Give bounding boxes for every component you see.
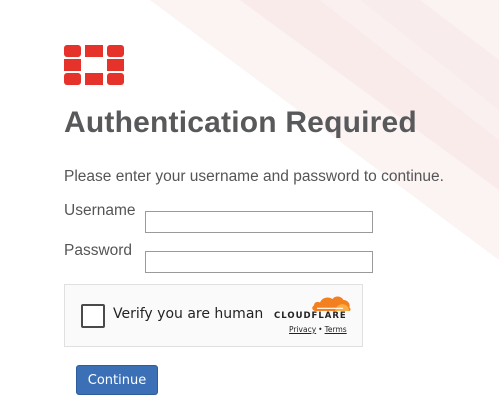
link-separator: • [318,325,323,334]
page-title: Authentication Required [64,106,417,139]
terms-link[interactable]: Terms [325,325,347,334]
username-label: Username [64,202,136,219]
captcha-label: Verify you are human [113,306,264,322]
cloudflare-cloud-icon [312,296,351,311]
continue-button[interactable]: Continue [76,365,158,395]
instructions-text: Please enter your username and password … [64,168,444,185]
captcha-checkbox[interactable] [81,304,105,328]
password-label: Password [64,242,133,259]
fortinet-logo-icon [64,45,124,85]
cloudflare-wordmark: CLOUDFLARE [274,311,347,321]
password-input[interactable] [145,251,373,273]
username-input[interactable] [145,211,373,233]
captcha-widget: Verify you are human CLOUDFLARE Privacy •… [64,284,363,347]
captcha-links: Privacy • Terms [289,325,347,334]
auth-page: Authentication Required Please enter you… [0,0,499,403]
privacy-link[interactable]: Privacy [289,325,316,334]
